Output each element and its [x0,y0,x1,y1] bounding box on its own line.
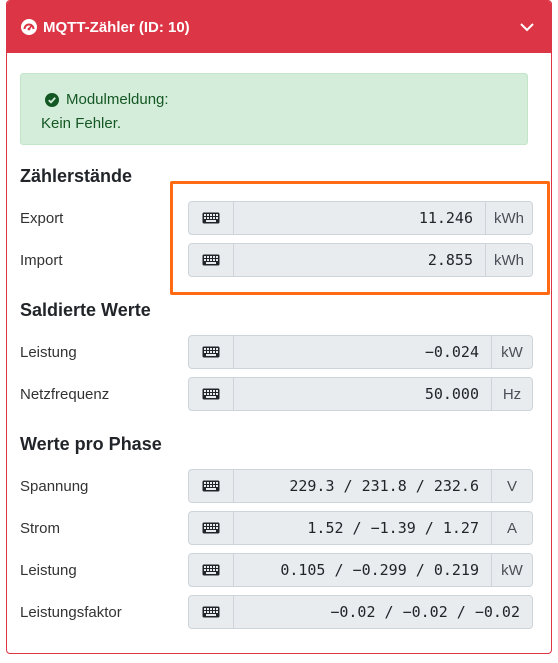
gauge-icon [21,19,37,35]
module-message-alert: Modulmeldung: Kein Fehler. [20,73,528,145]
frequency-unit: Hz [491,378,532,410]
check-circle-icon [45,93,59,107]
current-label: Strom [20,519,61,537]
current-unit: A [491,512,532,544]
keyboard-icon[interactable] [189,202,234,234]
phase-power-field[interactable]: 0.105 / −0.299 / 0.219 kW [188,553,533,587]
import-unit: kWh [485,244,532,276]
section-counters: Zählerstände [20,166,133,186]
alert-message: Kein Fehler. [41,115,122,132]
section-balanced: Saldierte Werte [20,300,151,320]
frequency-value: 50.000 [234,378,491,410]
export-field[interactable]: 11.246 kWh [188,201,533,235]
power-factor-label: Leistungsfaktor [20,603,122,621]
row-phase-power: Leistung 0.105 / −0.299 / 0.219 kW [20,553,533,587]
import-field[interactable]: 2.855 kWh [188,243,533,277]
row-current: Strom 1.52 / −1.39 / 1.27 A [20,511,533,545]
chevron-down-icon[interactable] [517,17,537,37]
row-frequency: Netzfrequenz 50.000 Hz [20,377,533,411]
row-export: Export 11.246 kWh [20,201,533,235]
row-voltage: Spannung 229.3 / 231.8 / 232.6 V [20,469,533,503]
power-field[interactable]: −0.024 kW [188,335,533,369]
row-import: Import 2.855 kWh [20,243,533,277]
power-factor-value: −0.02 / −0.02 / −0.02 [234,596,532,628]
keyboard-icon[interactable] [189,554,234,586]
current-value: 1.52 / −1.39 / 1.27 [234,512,491,544]
import-value: 2.855 [234,244,485,276]
keyboard-icon[interactable] [189,512,234,544]
alert-title: Modulmeldung: [66,91,169,108]
current-field[interactable]: 1.52 / −1.39 / 1.27 A [188,511,533,545]
card-header[interactable]: MQTT-Zähler (ID: 10) [7,1,551,53]
voltage-value: 229.3 / 231.8 / 232.6 [234,470,491,502]
phase-power-label: Leistung [20,561,77,579]
keyboard-icon[interactable] [189,470,234,502]
power-factor-field[interactable]: −0.02 / −0.02 / −0.02 [188,595,533,629]
frequency-label: Netzfrequenz [20,385,110,403]
export-unit: kWh [485,202,532,234]
power-label: Leistung [20,343,77,361]
card-title: MQTT-Zähler (ID: 10) [43,18,190,36]
export-value: 11.246 [234,202,485,234]
export-label: Export [20,209,64,227]
voltage-field[interactable]: 229.3 / 231.8 / 232.6 V [188,469,533,503]
keyboard-icon[interactable] [189,336,234,368]
section-phase: Werte pro Phase [20,434,162,454]
voltage-unit: V [491,470,532,502]
keyboard-icon[interactable] [189,378,234,410]
row-power-factor: Leistungsfaktor −0.02 / −0.02 / −0.02 [20,595,533,629]
keyboard-icon[interactable] [189,244,234,276]
power-unit: kW [491,336,532,368]
phase-power-unit: kW [491,554,532,586]
keyboard-icon[interactable] [189,596,234,628]
phase-power-value: 0.105 / −0.299 / 0.219 [234,554,491,586]
import-label: Import [20,251,63,269]
row-power: Leistung −0.024 kW [20,335,533,369]
frequency-field[interactable]: 50.000 Hz [188,377,533,411]
power-value: −0.024 [234,336,491,368]
voltage-label: Spannung [20,477,89,495]
